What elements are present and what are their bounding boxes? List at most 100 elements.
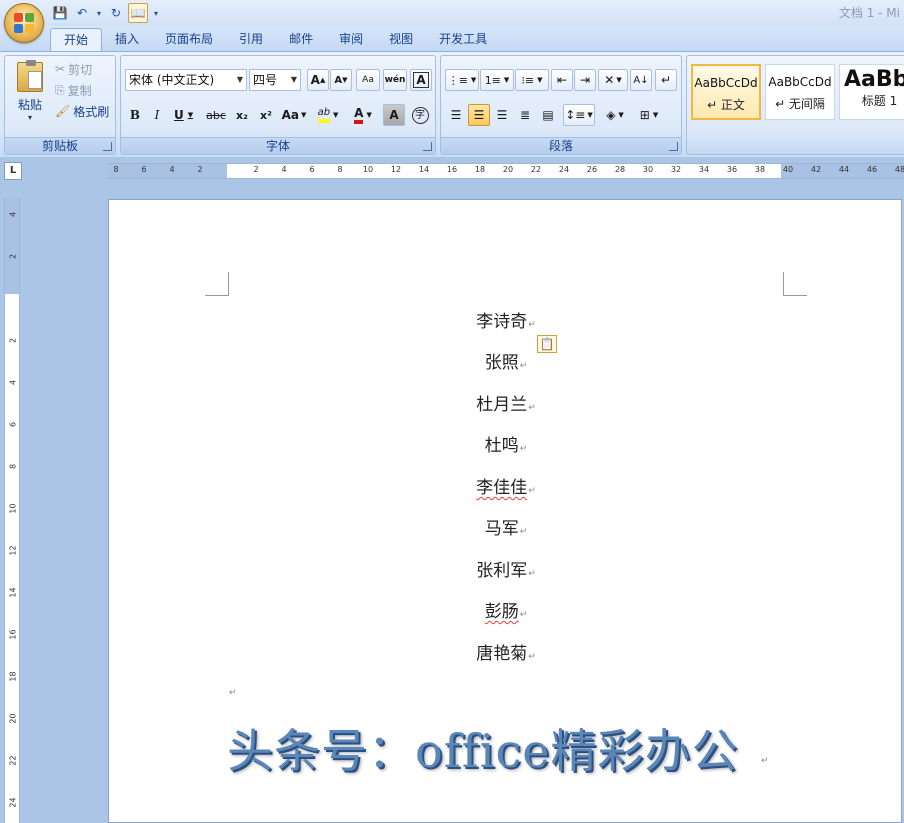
tab-page-layout[interactable]: 页面布局 — [152, 28, 226, 52]
distributed-button[interactable]: ▤ — [537, 104, 559, 126]
underline-icon: U — [174, 108, 184, 122]
chinese-layout-button[interactable]: ✕ ▼ — [598, 69, 628, 91]
paragraph-mark: ↵ — [528, 486, 536, 496]
cut-button[interactable]: ✂ 剪切 — [55, 60, 92, 78]
font-group-label: 字体 — [121, 137, 435, 154]
borders-button[interactable]: ⊞ ▼ — [633, 104, 665, 126]
name-line: 张利军↵ — [109, 556, 903, 581]
align-right-button[interactable]: ☰ — [491, 104, 513, 126]
justify-button[interactable]: ≣ — [514, 104, 536, 126]
font-size-dropdown[interactable]: 四号 ▼ — [249, 69, 301, 91]
customize-qat-icon[interactable]: ▾ — [150, 3, 162, 23]
paste-button[interactable]: 粘贴 ▾ — [11, 60, 49, 130]
character-shading-button[interactable]: A — [383, 104, 405, 126]
paragraph-dialog-launcher-icon[interactable] — [669, 142, 678, 151]
ruler-tick-label: 4 — [8, 379, 18, 386]
clear-formatting-button[interactable]: Aa — [356, 69, 380, 91]
tab-references[interactable]: 引用 — [226, 28, 276, 52]
ruler-tick-label: 6 — [8, 421, 18, 428]
ruler-tick-label: 16 — [8, 629, 18, 640]
name-text: 李佳佳 — [476, 478, 528, 498]
font-color-button[interactable]: A ▼ — [347, 104, 379, 126]
paragraph-mark: ↵ — [528, 569, 536, 579]
empty-paragraph-mark: ↵ — [229, 688, 237, 698]
name-line: 李佳佳↵ — [109, 473, 903, 498]
paragraph-mark: ↵ — [528, 320, 536, 330]
font-name-dropdown[interactable]: 宋体 (中文正文) ▼ — [125, 69, 247, 91]
name-line: 杜鸣↵ — [109, 431, 903, 456]
window-title: 文档 1 - Mi — [838, 6, 900, 20]
italic-button[interactable]: I — [147, 104, 167, 126]
ribbon-tab-bar: 开始 插入 页面布局 引用 邮件 审阅 视图 开发工具 — [0, 26, 904, 52]
office-button[interactable] — [4, 3, 44, 43]
multilevel-list-button[interactable]: ⁝≡ ▼ — [515, 69, 549, 91]
ruler-tick-label: 24 — [558, 165, 570, 174]
ruler-tick-label: 2 — [253, 165, 259, 174]
horizontal-ruler[interactable]: 8 6 4 2 2 4 6 8 10 12 14 16 18 20 22 24 26 28 30 32 34 36 38 40… — [108, 163, 904, 179]
subscript-button[interactable]: x₂ — [231, 104, 253, 126]
sort-button[interactable]: A↓ — [630, 69, 652, 91]
enclose-characters-button[interactable]: 字 — [409, 104, 431, 126]
style-normal[interactable]: AaBbCcDd ↵ 正文 — [691, 64, 761, 120]
ruler-tick-label: 20 — [8, 713, 18, 724]
shrink-font-icon: A — [334, 74, 343, 86]
vertical-ruler[interactable]: 4 2 2 4 6 8 10 12 14 16 18 20 22 24 — [4, 198, 20, 823]
tab-mailings[interactable]: 邮件 — [276, 28, 326, 52]
undo-icon[interactable]: ↶ — [72, 3, 92, 23]
font-color-icon: A — [354, 106, 364, 124]
save-icon[interactable]: 💾 — [50, 3, 70, 23]
chevron-down-icon: ▼ — [236, 75, 243, 84]
clipboard-group: 粘贴 ▾ ✂ 剪切 ⎘ 复制 🖌 格式刷 剪贴板 — [4, 55, 116, 155]
style-no-spacing[interactable]: AaBbCcDd ↵ 无间隔 — [765, 64, 835, 120]
align-left-button[interactable]: ☰ — [445, 104, 467, 126]
highlight-button[interactable]: ab ▼ — [311, 104, 345, 126]
character-border-button[interactable]: A — [410, 69, 432, 91]
show-formatting-marks-button[interactable]: ↵ — [655, 69, 677, 91]
tab-insert[interactable]: 插入 — [102, 28, 152, 52]
bullets-button[interactable]: ⋮≡ ▼ — [445, 69, 479, 91]
increase-indent-button[interactable]: ⇥ — [574, 69, 596, 91]
font-dialog-launcher-icon[interactable] — [423, 142, 432, 151]
style-heading-1[interactable]: AaBb 标题 1 — [839, 64, 904, 120]
grow-font-button[interactable]: A ▲ — [307, 69, 329, 91]
paintbrush-icon: 🖌 — [55, 104, 71, 118]
superscript-button[interactable]: x² — [255, 104, 277, 126]
tab-review[interactable]: 审阅 — [326, 28, 376, 52]
ruler-tick-label: 6 — [141, 165, 147, 174]
decrease-indent-button[interactable]: ⇤ — [551, 69, 573, 91]
ruler-tick-label: 36 — [726, 165, 738, 174]
tab-selector[interactable]: L — [4, 162, 22, 180]
ruler-tick-label: 42 — [810, 165, 822, 174]
paragraph-group: ⋮≡ ▼ 1≡ ▼ ⁝≡ ▼ ⇤ ⇥ ✕ ▼ A↓ ↵ ☰ ☰ ☰ ≣ ▤ ↕≡ ▼ ◈ ▼… — [440, 55, 682, 155]
ruler-tick-label: 34 — [698, 165, 710, 174]
style-name: ↵ 正文 — [707, 98, 745, 112]
custom-command-icon[interactable]: 📖 — [128, 3, 148, 23]
paste-options-icon[interactable]: 📋 — [537, 335, 557, 353]
numbering-button[interactable]: 1≡ ▼ — [480, 69, 514, 91]
copy-button[interactable]: ⎘ 复制 — [55, 81, 92, 99]
bold-button[interactable]: B — [125, 104, 145, 126]
paragraph-mark: ↵ — [519, 361, 528, 371]
document-page[interactable]: 李诗奇↵ 张照↵ 杜月兰↵ 杜鸣↵ 李佳佳↵ 马军↵ 张利军↵ 彭肠↵ 唐艳菊↵ 📋 ↵ 头条号… — [108, 199, 902, 823]
increase-indent-icon: ⇥ — [579, 73, 591, 87]
underline-button[interactable]: U ▼ — [169, 104, 199, 126]
change-case-button[interactable]: Aa ▼ — [279, 104, 309, 126]
tab-home[interactable]: 开始 — [50, 28, 103, 52]
align-left-icon: ☰ — [450, 108, 462, 122]
shading-button[interactable]: ◈ ▼ — [599, 104, 631, 126]
name-line: 杜月兰↵ — [109, 390, 903, 415]
name-text: 杜月兰 — [476, 395, 528, 415]
shrink-font-button[interactable]: A ▼ — [330, 69, 352, 91]
clipboard-dialog-launcher-icon[interactable] — [103, 142, 112, 151]
strikethrough-button[interactable]: abc — [203, 104, 229, 126]
format-painter-button[interactable]: 🖌 格式刷 — [55, 102, 109, 120]
name-line: 张照↵ — [109, 348, 903, 373]
line-spacing-button[interactable]: ↕≡ ▼ — [563, 104, 595, 126]
undo-dropdown-icon[interactable]: ▾ — [94, 3, 104, 23]
tab-developer[interactable]: 开发工具 — [426, 28, 500, 52]
align-center-button[interactable]: ☰ — [468, 104, 490, 126]
tab-view[interactable]: 视图 — [376, 28, 426, 52]
name-line: 马军↵ — [109, 514, 903, 539]
phonetic-guide-button[interactable]: wén — [383, 69, 407, 91]
redo-icon[interactable]: ↻ — [106, 3, 126, 23]
